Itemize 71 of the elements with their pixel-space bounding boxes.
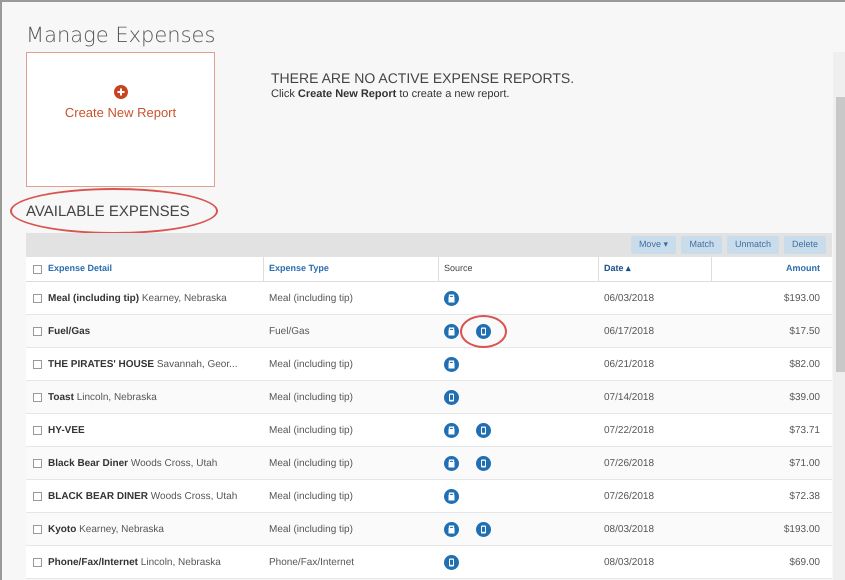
amount-cell: $82.00 [789,358,820,370]
expense-detail: BLACK BEAR DINER Woods Cross, Utah [48,490,238,502]
expense-type: Meal (including tip) [269,424,353,436]
expense-detail: Black Bear Diner Woods Cross, Utah [48,458,218,468]
checkbox[interactable] [32,326,42,336]
expense-detail: Phone/Fax/Internet Lincoln, Nebraska [48,556,221,568]
expense-detail: HY-VEE [48,424,85,436]
receipt-icon [444,522,459,536]
date-cell: 07/26/2018 [604,458,654,468]
column-header[interactable]: Amount [786,262,820,276]
expense-type: Meal (including tip) [269,392,353,402]
checkbox[interactable] [32,392,42,402]
date-cell: 07/14/2018 [604,392,654,402]
page-title: Manage Expenses [26,22,216,49]
checkbox[interactable] [32,558,42,566]
date-cell: 07/22/2018 [604,424,654,436]
amount-cell: $17.50 [789,326,820,336]
expense-detail: THE PIRATES' HOUSE Savannah, Geor... [48,358,238,370]
expense-type: Phone/Fax/Internet [269,556,354,568]
expense-detail: Kyoto Kearney, Nebraska [48,524,164,534]
date-cell: 08/03/2018 [604,556,654,568]
empty-state-text: Click Create New Report to create a new report. [271,87,510,102]
checkbox[interactable] [32,492,42,500]
expense-detail: Fuel/Gas [48,326,90,336]
expense-type: Meal (including tip) [269,458,353,468]
column-header[interactable]: Source [444,262,473,276]
create-report-card[interactable]: Create New Report [26,52,215,187]
expense-detail: Toast Lincoln, Nebraska [48,392,157,402]
mobile-icon [476,422,491,438]
checkbox[interactable] [32,426,42,434]
plus-icon [114,85,128,99]
amount-cell: $71.00 [789,458,820,468]
mobile-icon [444,554,459,570]
receipt-icon [444,290,459,306]
checkbox[interactable] [32,458,42,468]
checkbox[interactable] [32,264,42,274]
checkbox[interactable] [32,524,42,534]
date-cell: 06/03/2018 [604,292,654,304]
date-cell: 08/03/2018 [604,524,654,534]
receipt-icon [444,324,459,338]
amount-cell: $73.71 [789,424,820,436]
empty-state-title: THERE ARE NO ACTIVE EXPENSE REPORTS. [271,69,574,88]
expense-type: Meal (including tip) [269,358,353,370]
mobile-icon [476,456,491,470]
date-cell: 06/17/2018 [604,326,654,336]
scrollbar[interactable] [833,52,845,580]
expense-type: Fuel/Gas [269,326,310,336]
section-heading: AVAILABLE EXPENSES [26,202,190,222]
column-header[interactable]: Expense Detail [48,262,112,276]
amount-cell: $72.38 [789,490,820,502]
expense-type: Meal (including tip) [269,524,353,534]
date-cell: 07/26/2018 [604,490,654,502]
expense-detail: Meal (including tip) Kearney, Nebraska [48,292,227,304]
mobile-icon [444,390,459,404]
amount-cell: $39.00 [789,392,820,402]
amount-cell: $193.00 [784,292,820,304]
date-cell: 06/21/2018 [604,358,654,370]
receipt-icon [444,422,459,438]
column-header[interactable]: Date ▴ [604,262,632,276]
receipt-icon [444,356,459,372]
checkbox[interactable] [32,360,42,368]
amount-cell: $193.00 [784,524,820,534]
receipt-icon [444,488,459,504]
expense-type: Meal (including tip) [269,292,353,304]
receipt-icon [444,456,459,470]
checkbox[interactable] [32,294,42,302]
mobile-icon [476,522,491,536]
column-header[interactable]: Expense Type [269,262,329,276]
expense-type: Meal (including tip) [269,490,353,502]
mobile-icon [476,324,491,338]
amount-cell: $69.00 [789,556,820,568]
